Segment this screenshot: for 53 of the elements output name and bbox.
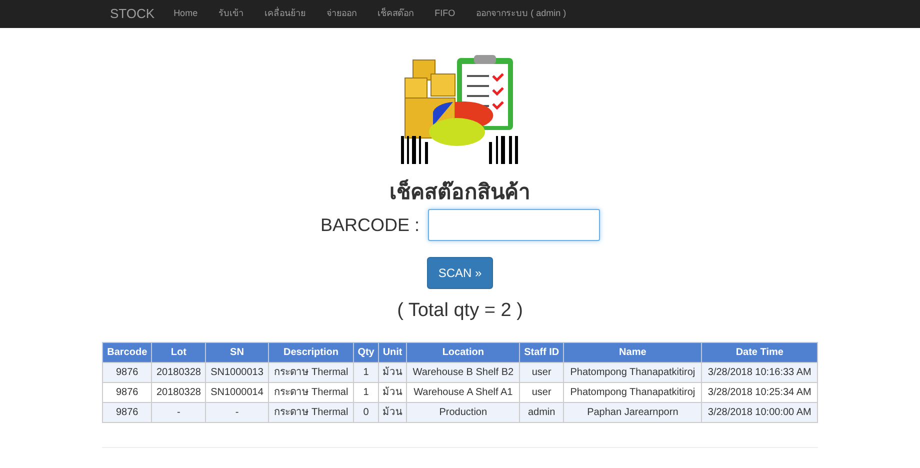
nav-link[interactable]: Home — [174, 7, 198, 21]
table-cell: Phatompong Thanapatkitiroj — [564, 382, 702, 402]
table-cell: - — [206, 402, 268, 422]
table-cell: Production — [406, 402, 520, 422]
total-qty-text: ( Total qty = 2 ) — [397, 299, 523, 324]
column-header: Date Time — [702, 342, 818, 362]
table-cell: SN1000014 — [206, 382, 268, 402]
table-cell: 3/28/2018 10:16:33 AM — [702, 362, 818, 382]
table-cell: 1 — [354, 382, 378, 402]
brand-link[interactable]: STOCK — [110, 4, 155, 24]
table-cell: 3/28/2018 10:25:34 AM — [702, 382, 818, 402]
table-cell: กระดาษ Thermal — [268, 382, 354, 402]
nav-link[interactable]: รับเข้า — [218, 7, 244, 21]
column-header: Lot — [152, 342, 206, 362]
column-header: Name — [564, 342, 702, 362]
scan-button[interactable]: SCAN » — [427, 257, 493, 290]
table-cell: Paphan Jarearnporn — [564, 402, 702, 422]
column-header: Description — [268, 342, 354, 362]
table-cell: admin — [520, 402, 564, 422]
nav-link[interactable]: เช็คสต๊อก — [378, 7, 414, 21]
table-cell: Warehouse A Shelf A1 — [406, 382, 520, 402]
table-cell: - — [152, 402, 206, 422]
table-cell: user — [520, 382, 564, 402]
table-cell: กระดาษ Thermal — [268, 402, 354, 422]
nav-link[interactable]: จ่ายออก — [326, 7, 357, 21]
barcode-label: BARCODE : — [320, 214, 420, 237]
nav-link[interactable]: FIFO — [434, 7, 456, 21]
table-cell: ม้วน — [378, 402, 407, 422]
nav-link[interactable]: ออกจากระบบ ( admin ) — [476, 7, 566, 21]
table-cell: 0 — [354, 402, 378, 422]
table-cell: 20180328 — [152, 382, 206, 402]
table-cell: 1 — [354, 362, 378, 382]
column-header: Staff ID — [520, 342, 564, 362]
table-cell: Phatompong Thanapatkitiroj — [564, 362, 702, 382]
table-cell: Warehouse B Shelf B2 — [406, 362, 520, 382]
table-cell: ม้วน — [378, 362, 407, 382]
page-heading: เช็คสต๊อกสินค้า — [390, 180, 530, 206]
barcode-field[interactable] — [428, 209, 600, 242]
table-cell: 3/28/2018 10:00:00 AM — [702, 402, 818, 422]
column-header: Barcode — [102, 342, 152, 362]
table-cell: 9876 — [102, 402, 152, 422]
nav-link[interactable]: เคลื่อนย้าย — [264, 7, 306, 21]
column-header: Qty — [354, 342, 378, 362]
table-cell: 20180328 — [152, 362, 206, 382]
column-header: Unit — [378, 342, 407, 362]
table-cell: user — [520, 362, 564, 382]
table-cell: 9876 — [102, 382, 152, 402]
column-header: SN — [206, 342, 268, 362]
table-cell: SN1000013 — [206, 362, 268, 382]
table-cell: กระดาษ Thermal — [268, 362, 354, 382]
column-header: Location — [406, 342, 520, 362]
table-cell: 9876 — [102, 362, 152, 382]
table-cell: ม้วน — [378, 382, 407, 402]
